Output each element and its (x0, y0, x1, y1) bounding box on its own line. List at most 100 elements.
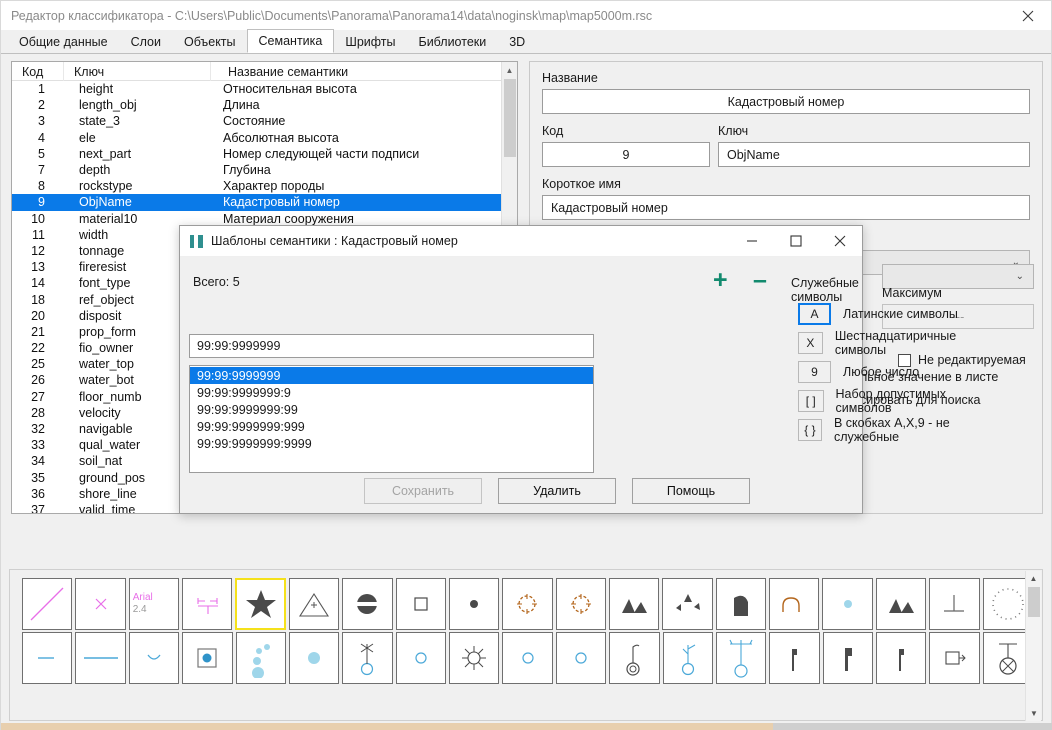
palette-cell-short-dash[interactable] (22, 632, 72, 684)
palette-cell-cross-mark[interactable] (75, 578, 125, 630)
key-input[interactable]: ObjName (718, 142, 1030, 167)
close-icon[interactable] (1005, 1, 1051, 31)
table-row[interactable]: 1heightОтносительная высота (12, 81, 517, 97)
palette-cell-small-arc[interactable] (129, 632, 179, 684)
palette-cell-fin-shape[interactable] (716, 578, 766, 630)
column-header-code[interactable]: Код (12, 62, 64, 81)
list-item[interactable]: 99:99:9999999:9 (190, 384, 593, 401)
palette-cell-blue-blob[interactable] (289, 632, 339, 684)
palette-cell-flag-box[interactable] (929, 632, 979, 684)
scroll-up-icon[interactable]: ▲ (502, 62, 517, 78)
column-header-name[interactable]: Название семантики (211, 62, 501, 81)
minimize-icon[interactable] (730, 226, 774, 257)
cell-code: 7 (12, 163, 64, 177)
tab-3d[interactable]: 3D (497, 30, 537, 53)
palette-cell-birds-marks[interactable] (662, 578, 712, 630)
template-list[interactable]: 99:99:999999999:99:9999999:999:99:999999… (189, 365, 594, 473)
service-symbol-item[interactable]: { }В скобках A,X,9 - не служебные (798, 415, 964, 444)
cell-code: 28 (12, 406, 64, 420)
palette-cell-blue-dot[interactable] (822, 578, 872, 630)
short-name-input[interactable]: Кадастровый номер (542, 195, 1030, 220)
palette-cell-dim-bracket[interactable] (182, 578, 232, 630)
tab-libraries[interactable]: Библиотеки (407, 30, 499, 53)
list-item[interactable]: 99:99:9999999:999 (190, 418, 593, 435)
tab-semantics[interactable]: Семантика (247, 29, 335, 53)
service-symbol-item[interactable]: AЛатинские символы (798, 299, 964, 328)
cell-code: 25 (12, 357, 64, 371)
palette-cell-diagonal-line[interactable] (22, 578, 72, 630)
name-input[interactable]: Кадастровый номер (542, 89, 1030, 114)
short-name-label: Короткое имя (542, 177, 1030, 191)
palette-scroll-up-icon[interactable]: ▲ (1026, 571, 1041, 586)
palette-cell-mountains-a[interactable] (609, 578, 659, 630)
semantic-templates-dialog: Шаблоны семантики : Кадастровый номер Вс… (179, 225, 863, 514)
tab-general[interactable]: Общие данные (7, 30, 120, 53)
table-row[interactable]: 4eleАбсолютная высота (12, 130, 517, 146)
table-row[interactable]: 7depthГлубина (12, 162, 517, 178)
table-row[interactable]: 8rockstypeХарактер породы (12, 178, 517, 194)
palette-cell-boxed-dot[interactable] (182, 632, 232, 684)
service-symbol-item[interactable]: XШестнадцатиричные символы (798, 328, 964, 357)
palette-scrollbar[interactable]: ▲ ▼ (1025, 571, 1041, 721)
dialog-delete-button[interactable]: Удалить (498, 478, 616, 504)
tab-strip: Общие данные Слои Объекты Семантика Шриф… (1, 30, 1051, 54)
service-symbol-key[interactable]: { } (798, 419, 822, 441)
dialog-help-button[interactable]: Помощь (632, 478, 750, 504)
palette-cell-perpendicular[interactable] (929, 578, 979, 630)
table-row[interactable]: 5next_partНомер следующей части подписи (12, 146, 517, 162)
palette-cell-long-dash[interactable] (75, 632, 125, 684)
palette-cell-antenna-ring[interactable] (342, 632, 392, 684)
palette-cell-arch-curve[interactable] (769, 578, 819, 630)
code-input[interactable]: 9 (542, 142, 710, 167)
dialog-close-icon[interactable] (818, 226, 862, 257)
palette-cell-bubble-cluster[interactable] (236, 632, 286, 684)
list-item[interactable]: 99:99:9999999 (190, 367, 593, 384)
service-symbol-key[interactable]: A (798, 303, 831, 325)
palette-cell-small-ring-a[interactable] (396, 632, 446, 684)
palette-cell-small-ring-b[interactable] (502, 632, 552, 684)
palette-cell-circle-dashed-a[interactable] (502, 578, 552, 630)
dialog-save-button[interactable]: Сохранить (364, 478, 482, 504)
palette-cell-star-burst[interactable] (449, 632, 499, 684)
palette-cell-dot-filled[interactable] (449, 578, 499, 630)
remove-template-icon[interactable]: – (753, 268, 767, 293)
palette-cell-circle-split[interactable] (342, 578, 392, 630)
palette-cell-circle-dashed-b[interactable] (556, 578, 606, 630)
palette-cell-bollard-a[interactable] (769, 632, 819, 684)
scroll-thumb[interactable] (504, 79, 516, 157)
maximize-icon[interactable] (774, 226, 818, 257)
column-header-key[interactable]: Ключ (64, 62, 211, 81)
palette-cell-flag-ring[interactable] (663, 632, 713, 684)
service-symbol-key[interactable]: [ ] (798, 390, 824, 412)
cell-code: 34 (12, 454, 64, 468)
palette-cell-mountains-b[interactable] (876, 578, 926, 630)
list-item[interactable]: 99:99:9999999:9999 (190, 435, 593, 452)
palette-cell-square-outline[interactable] (396, 578, 446, 630)
palette-cell-font-arial[interactable]: Arial 2.4 (129, 578, 179, 630)
table-row[interactable]: 3state_3Состояние (12, 113, 517, 129)
service-symbol-key[interactable]: 9 (798, 361, 831, 383)
table-row[interactable]: 9ObjNameКадастровый номер (12, 194, 517, 210)
add-template-icon[interactable]: + (713, 268, 728, 293)
palette-scroll-down-icon[interactable]: ▼ (1026, 706, 1042, 721)
cell-code: 36 (12, 487, 64, 501)
service-symbol-item[interactable]: 9Любое число (798, 357, 964, 386)
cell-key: material10 (64, 212, 211, 226)
cell-code: 13 (12, 260, 64, 274)
palette-cell-bollard-c[interactable] (876, 632, 926, 684)
list-item[interactable]: 99:99:9999999:99 (190, 401, 593, 418)
service-symbol-item[interactable]: [ ]Набор допустимых символов (798, 386, 964, 415)
table-row[interactable]: 2length_objДлина (12, 97, 517, 113)
palette-cell-tower-ring[interactable] (716, 632, 766, 684)
palette-cell-triangle-marker[interactable] (289, 578, 339, 630)
palette-cell-post-ring[interactable] (609, 632, 659, 684)
palette-cell-bollard-b[interactable] (823, 632, 873, 684)
palette-cell-small-ring-c[interactable] (556, 632, 606, 684)
tab-fonts[interactable]: Шрифты (333, 30, 407, 53)
service-symbol-key[interactable]: X (798, 332, 823, 354)
palette-scroll-thumb[interactable] (1028, 587, 1040, 617)
tab-objects[interactable]: Объекты (172, 30, 248, 53)
template-edit-input[interactable]: 99:99:9999999 (189, 334, 594, 358)
palette-cell-star-selected[interactable] (235, 578, 285, 630)
tab-layers[interactable]: Слои (119, 30, 173, 53)
